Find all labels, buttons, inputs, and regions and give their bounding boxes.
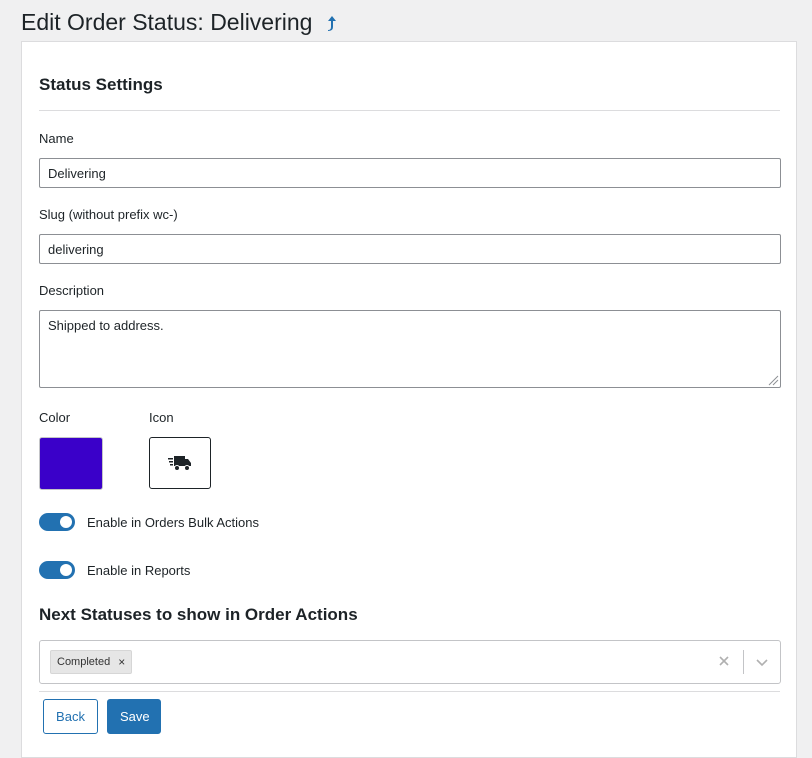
bulk-actions-toggle[interactable] xyxy=(39,513,75,531)
icon-picker-button[interactable] xyxy=(149,437,211,489)
description-field[interactable]: Shipped to address. xyxy=(39,310,781,388)
page-header: Edit Order Status: Delivering xyxy=(21,6,338,38)
chip-label: Completed xyxy=(57,656,111,668)
next-statuses-title: Next Statuses to show in Order Actions xyxy=(39,605,358,624)
select-separator xyxy=(743,650,744,674)
slug-field[interactable] xyxy=(39,234,781,264)
next-statuses-select[interactable]: Completed × xyxy=(39,640,781,684)
resize-grip-icon[interactable] xyxy=(767,374,779,386)
name-field[interactable] xyxy=(39,158,781,188)
section-divider xyxy=(39,110,780,111)
chip-remove-icon[interactable]: × xyxy=(118,656,125,668)
reports-toggle-label: Enable in Reports xyxy=(87,563,191,578)
status-settings-panel: Status Settings Name Slug (without prefi… xyxy=(21,41,797,758)
arrow-up-icon[interactable] xyxy=(326,14,338,32)
toggle-knob xyxy=(60,516,72,528)
description-label: Description xyxy=(39,283,105,298)
shipping-fast-icon xyxy=(168,456,191,471)
icon-label: Icon xyxy=(149,410,174,425)
toggle-knob xyxy=(60,564,72,576)
color-picker-swatch[interactable] xyxy=(39,437,103,490)
slug-label: Slug (without prefix wc-) xyxy=(39,207,178,222)
reports-toggle[interactable] xyxy=(39,561,75,579)
chevron-down-icon[interactable] xyxy=(754,654,770,670)
back-button[interactable]: Back xyxy=(43,699,98,734)
color-label: Color xyxy=(39,410,71,425)
section-title: Status Settings xyxy=(39,75,163,94)
actions-divider xyxy=(39,691,780,692)
page-title: Edit Order Status: Delivering xyxy=(21,9,313,35)
name-label: Name xyxy=(39,131,74,146)
status-chip-completed: Completed × xyxy=(50,650,133,674)
clear-icon[interactable] xyxy=(717,654,731,668)
bulk-actions-toggle-label: Enable in Orders Bulk Actions xyxy=(87,515,259,530)
save-button[interactable]: Save xyxy=(107,699,161,734)
